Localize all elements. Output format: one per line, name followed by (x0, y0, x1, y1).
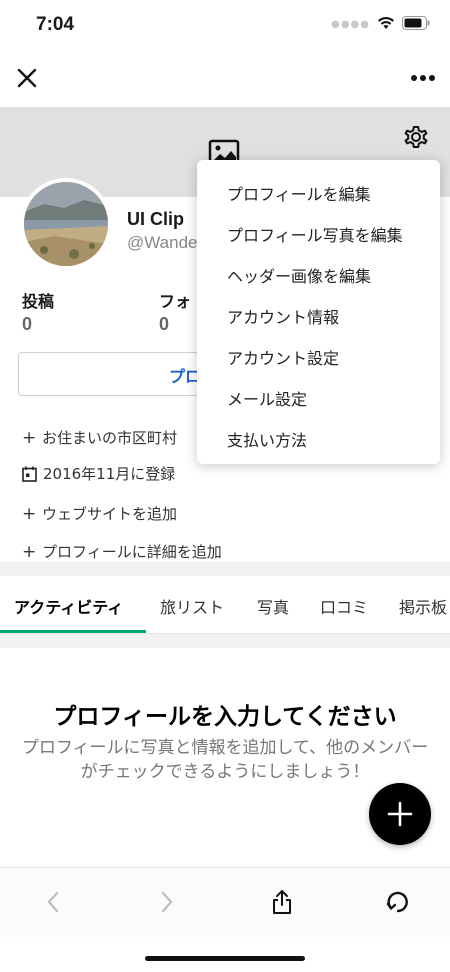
add-hometown-row[interactable]: + お住まいの市区町村 (22, 427, 177, 448)
gear-icon (404, 126, 428, 148)
status-bar: 7:04 ●●●● (0, 0, 450, 50)
settings-dropdown-menu: プロフィールを編集 プロフィール写真を編集 ヘッダー画像を編集 アカウント情報 … (197, 160, 440, 464)
active-tab-indicator (0, 630, 146, 633)
tab-trips[interactable]: 旅リスト (160, 594, 224, 618)
reload-icon (386, 891, 408, 913)
status-icons: ●●●● (331, 15, 430, 34)
menu-item-account-info[interactable]: アカウント情報 (197, 295, 440, 336)
tab-activity[interactable]: アクティビティ (14, 594, 123, 618)
plus-icon: + (22, 541, 37, 562)
section-divider (0, 562, 450, 576)
joined-date-row: 2016年11月に登録 (22, 463, 175, 484)
chevron-left-icon (47, 891, 59, 913)
browser-toolbar (0, 867, 450, 937)
add-fab-button[interactable] (369, 783, 431, 845)
stat-value: 0 (22, 314, 33, 334)
section-divider (0, 634, 450, 648)
profile-name: UI Clip (127, 209, 184, 229)
tab-photos[interactable]: 写真 (257, 594, 289, 618)
plus-icon: + (22, 503, 37, 524)
menu-item-edit-profile[interactable]: プロフィールを編集 (197, 172, 440, 213)
tab-reviews[interactable]: 口コミ (320, 594, 368, 618)
profile-tabs: アクティビティ 旅リスト 写真 口コミ 掲示板 (0, 578, 450, 634)
back-button[interactable] (35, 884, 71, 920)
more-icon (411, 75, 435, 81)
share-button[interactable] (264, 884, 300, 920)
avatar[interactable] (20, 178, 112, 270)
plus-icon (387, 801, 413, 827)
signal-icon: ●●●● (331, 19, 370, 30)
stat-followers[interactable]: フォ 0 (159, 288, 191, 335)
info-text: ウェブサイトを追加 (42, 505, 178, 523)
add-details-row[interactable]: + プロフィールに詳細を追加 (22, 541, 222, 562)
empty-state-title: プロフィールを入力してください (53, 704, 397, 730)
avatar-landscape-photo (24, 182, 108, 266)
wifi-icon (377, 15, 395, 34)
plus-icon: + (22, 427, 37, 448)
status-time: 7:04 (36, 14, 75, 35)
profile-handle: @Wande (127, 233, 198, 252)
empty-state-description: プロフィールに写真と情報を追加して、他のメンバーがチェックできるようにしましょう… (21, 738, 429, 782)
stat-value: 0 (159, 314, 170, 334)
stat-posts[interactable]: 投稿 0 (22, 288, 54, 335)
chevron-right-icon (161, 891, 173, 913)
stat-label: フォ (159, 292, 192, 311)
more-button[interactable] (406, 61, 440, 95)
info-text: お住まいの市区町村 (42, 429, 178, 447)
menu-item-account-settings[interactable]: アカウント設定 (197, 336, 440, 377)
home-indicator (145, 956, 305, 961)
stat-label: 投稿 (22, 292, 55, 311)
nav-bar (0, 55, 450, 101)
close-button[interactable] (10, 61, 44, 95)
info-text: プロフィールに詳細を追加 (42, 543, 222, 561)
add-website-row[interactable]: + ウェブサイトを追加 (22, 503, 177, 524)
menu-item-email-settings[interactable]: メール設定 (197, 377, 440, 418)
battery-icon (402, 15, 430, 34)
menu-item-edit-header-image[interactable]: ヘッダー画像を編集 (197, 254, 440, 295)
reload-button[interactable] (380, 884, 416, 920)
info-text: 2016年11月に登録 (43, 465, 176, 483)
settings-button[interactable] (400, 121, 432, 153)
share-icon (273, 890, 291, 914)
forward-button[interactable] (149, 884, 185, 920)
menu-item-payment-method[interactable]: 支払い方法 (197, 418, 440, 459)
menu-item-edit-profile-photo[interactable]: プロフィール写真を編集 (197, 213, 440, 254)
close-icon (17, 68, 37, 88)
calendar-icon (22, 466, 37, 482)
tab-forums[interactable]: 掲示板 (399, 594, 447, 618)
